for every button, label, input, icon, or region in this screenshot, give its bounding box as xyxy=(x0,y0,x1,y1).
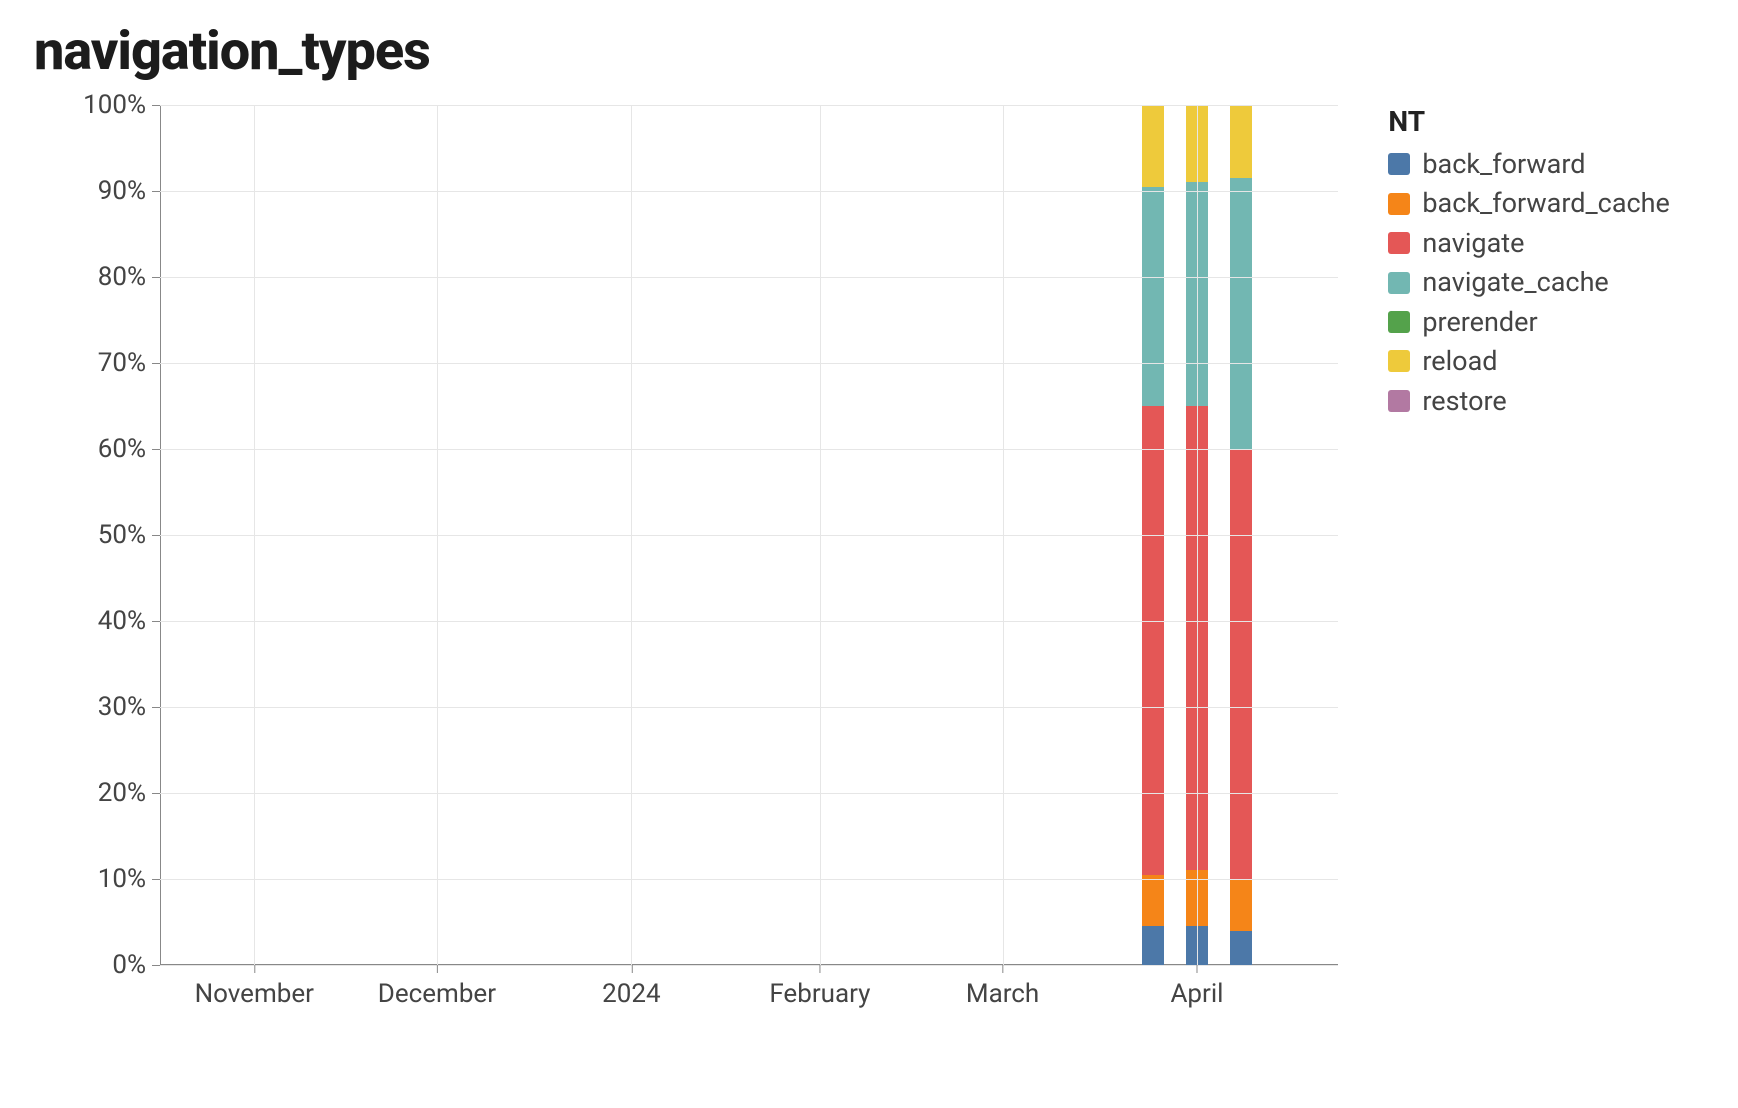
gridline-v xyxy=(437,105,438,965)
legend-item-navigate[interactable]: navigate xyxy=(1388,225,1708,261)
bar-segment-back_forward xyxy=(1230,931,1252,965)
y-tick-label: 80% xyxy=(98,262,160,292)
legend-items: back_forwardback_forward_cache navigatena… xyxy=(1388,146,1708,419)
x-tick-label: November xyxy=(195,965,314,1009)
gridline-h xyxy=(160,965,1338,966)
y-tick-label: 60% xyxy=(98,434,160,464)
legend-swatch xyxy=(1388,153,1410,175)
gridline-h xyxy=(160,363,1338,364)
bar-segment-reload xyxy=(1142,105,1164,187)
legend-item-reload[interactable]: reload xyxy=(1388,343,1708,379)
legend-label: navigate xyxy=(1422,225,1524,261)
y-tick-label: 40% xyxy=(98,606,160,636)
legend-label: prerender xyxy=(1422,304,1537,340)
chart-title: navigation_types xyxy=(34,20,1708,83)
gridline-h xyxy=(160,277,1338,278)
plot-area: 0%10%20%30%40%50%60%70%80%90%100%Novembe… xyxy=(30,95,1348,1025)
legend-title: NT xyxy=(1388,105,1708,138)
x-tick-label: April xyxy=(1170,965,1223,1009)
x-tick-label: February xyxy=(769,965,870,1009)
bar-segment-navigate xyxy=(1142,406,1164,875)
gridline-h xyxy=(160,879,1338,880)
bar-segment-reload xyxy=(1230,105,1252,178)
legend-swatch xyxy=(1388,350,1410,372)
chart-row: 0%10%20%30%40%50%60%70%80%90%100%Novembe… xyxy=(30,95,1708,1025)
gridline-h xyxy=(160,793,1338,794)
gridline-h xyxy=(160,449,1338,450)
legend-item-navigate_cache[interactable]: navigate_cache xyxy=(1388,264,1708,300)
gridline-v xyxy=(1003,105,1004,965)
y-tick-label: 70% xyxy=(98,348,160,378)
legend-item-prerender[interactable]: prerender xyxy=(1388,304,1708,340)
legend-swatch xyxy=(1388,232,1410,254)
chart-container: navigation_types 0%10%20%30%40%50%60%70%… xyxy=(0,0,1738,1108)
bar-segment-back_forward xyxy=(1142,926,1164,965)
gridline-h xyxy=(160,621,1338,622)
legend-label: back_forward xyxy=(1422,146,1585,182)
legend-label: reload xyxy=(1422,343,1497,379)
legend-item-back_forward[interactable]: back_forward xyxy=(1388,146,1708,182)
legend-label: navigate_cache xyxy=(1422,264,1608,300)
bar-segment-navigate xyxy=(1230,449,1252,879)
y-tick-label: 90% xyxy=(98,176,160,206)
bar-segment-back_forward_cache xyxy=(1142,875,1164,927)
bar-segment-navigate_cache xyxy=(1142,187,1164,406)
gridline-h xyxy=(160,707,1338,708)
gridline-h xyxy=(160,535,1338,536)
legend-swatch xyxy=(1388,272,1410,294)
legend-swatch xyxy=(1388,311,1410,333)
y-tick-label: 50% xyxy=(98,520,160,550)
gridline-h xyxy=(160,191,1338,192)
legend-label: back_forward_cache xyxy=(1422,185,1669,221)
y-tick-label: 0% xyxy=(112,950,160,980)
gridline-v xyxy=(254,105,255,965)
legend: NT back_forwardback_forward_cachenavigat… xyxy=(1388,105,1708,422)
legend-item-back_forward_cache[interactable]: back_forward_cache xyxy=(1388,185,1708,221)
gridline-v xyxy=(820,105,821,965)
x-tick-label: March xyxy=(966,965,1039,1009)
bar-segment-back_forward_cache xyxy=(1230,879,1252,931)
legend-item-restore[interactable]: restore xyxy=(1388,383,1708,419)
legend-swatch xyxy=(1388,193,1410,215)
gridline-h xyxy=(160,105,1338,106)
y-tick-label: 100% xyxy=(83,90,160,120)
plot-inner: 0%10%20%30%40%50%60%70%80%90%100%Novembe… xyxy=(160,105,1338,965)
y-tick-label: 20% xyxy=(98,778,160,808)
legend-swatch xyxy=(1388,390,1410,412)
x-tick-label: 2024 xyxy=(602,965,660,1009)
gridline-v xyxy=(631,105,632,965)
y-tick-label: 30% xyxy=(98,692,160,722)
legend-label: restore xyxy=(1422,383,1506,419)
gridline-v xyxy=(1197,105,1198,965)
bar-segment-navigate_cache xyxy=(1230,178,1252,449)
x-tick-label: December xyxy=(378,965,496,1009)
y-tick-label: 10% xyxy=(98,864,160,894)
